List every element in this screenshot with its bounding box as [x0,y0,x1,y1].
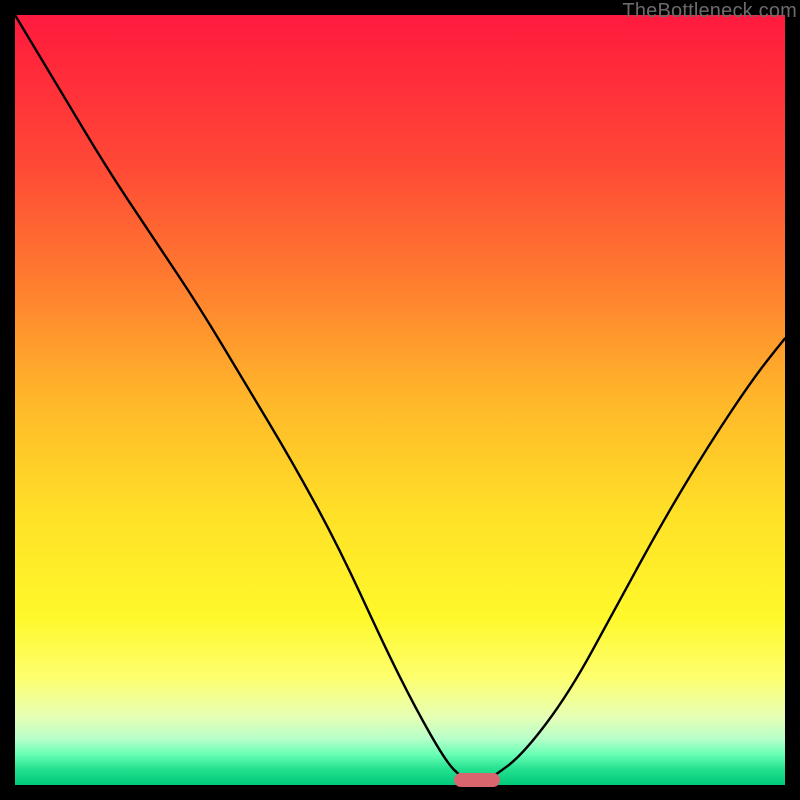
optimal-range-marker [454,773,500,787]
chart-frame: TheBottleneck.com [0,0,800,800]
bottleneck-curve [15,15,785,785]
watermark-text: TheBottleneck.com [622,0,797,23]
plot-area [15,15,785,785]
